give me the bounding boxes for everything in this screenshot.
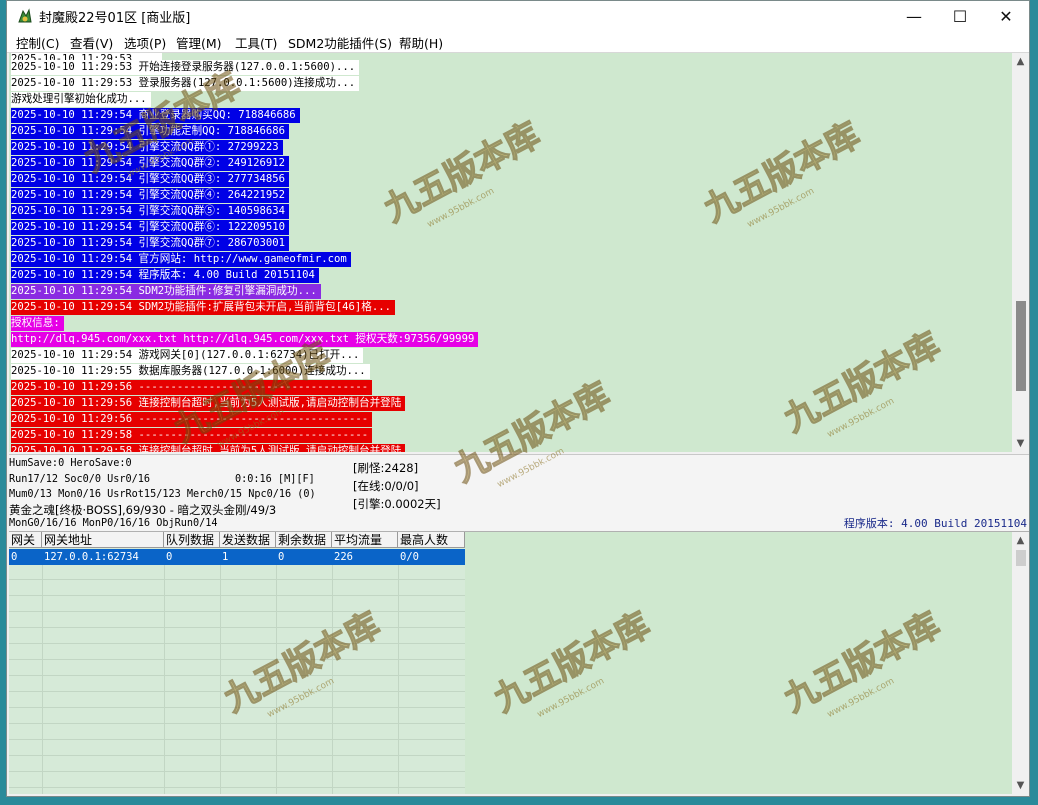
log-line: 2025-10-10 11:29:58 连接控制台超时,当前为5人测试版,请启动…: [11, 444, 406, 452]
log-scroll-thumb[interactable]: [1016, 301, 1026, 391]
log-line: 2025-10-10 11:29:54 引擎交流QQ群⑦: 286703001: [11, 236, 290, 251]
menu-manage[interactable]: 管理(M): [176, 33, 222, 52]
status-panel: HumSave:0 HeroSave:0 Run17/12 Soc0/0 Usr…: [9, 454, 1029, 532]
app-icon: [18, 8, 32, 23]
gateway-table[interactable]: 网关 网关地址 队列数据 发送数据 剩余数据 平均流量 最高人数 0 127.0…: [9, 532, 465, 794]
cell-sent-data: 1: [222, 551, 229, 563]
log-line: 2025-10-10 11:29:54 引擎交流QQ群④: 264221952: [11, 188, 290, 203]
maximize-button[interactable]: ☐: [937, 1, 983, 31]
close-button[interactable]: ✕: [983, 1, 1029, 31]
log-line: 2025-10-10 11:29:54 引擎交流QQ群①: 27299223: [11, 140, 283, 155]
cell-avg-traffic: 226: [334, 551, 353, 563]
log-line: 2025-10-10 11:29:55 数据库服务器(127.0.0.1:600…: [11, 364, 370, 379]
log-line: 2025-10-10 11:29:54 引擎交流QQ群⑥: 122209510: [11, 220, 290, 235]
log-line: 2025-10-10 11:29:56 --------------------…: [11, 380, 373, 395]
menu-sdm2-plugin[interactable]: SDM2功能插件(S): [288, 33, 392, 52]
log-line: 2025-10-10 11:29:58 --------------------…: [11, 428, 373, 443]
log-line: http://dlq.945.com/xxx.txt http://dlq.94…: [11, 332, 479, 347]
table-scroll-down-icon[interactable]: ▼: [1012, 777, 1029, 794]
menu-tools[interactable]: 工具(T): [235, 33, 277, 52]
title-bar: 封魔殿22号01区 [商业版] — ☐ ✕: [7, 1, 1029, 31]
status-mon-objects: MonG0/16/16 MonP0/16/16 ObjRun0/14: [9, 518, 218, 529]
gateway-panel: 网关 网关地址 队列数据 发送数据 剩余数据 平均流量 最高人数 0 127.0…: [9, 532, 1012, 794]
scroll-down-icon[interactable]: ▼: [1012, 435, 1029, 452]
status-online: [在线:0/0/0]: [353, 479, 419, 493]
status-engine-days: [引擎:0.0002天]: [353, 497, 441, 511]
status-monsters: Mum0/13 Mon0/16 UsrRot15/123 Merch0/15 N…: [9, 489, 316, 500]
log-line: 2025-10-10 11:29:54 游戏网关[0](127.0.0.1:62…: [11, 348, 364, 363]
col-gateway[interactable]: 网关: [9, 532, 42, 548]
status-run: Run17/12 Soc0/0 Usr0/16: [9, 474, 151, 485]
col-remaining-data[interactable]: 剩余数据: [276, 532, 332, 548]
version-label: 程序版本: 4.00 Build 20151104: [843, 517, 1027, 530]
status-boss: 黄金之魂[终极·BOSS],69/930 - 暗之双头金刚/49/3: [9, 503, 277, 517]
log-line: 2025-10-10 11:29:53 开始连接登录服务器(127.0.0.1:…: [11, 60, 360, 75]
scroll-up-icon[interactable]: ▲: [1012, 53, 1029, 70]
log-line: 2025-10-10 11:29:56 连接控制台超时,当前为5人测试版,请启动…: [11, 396, 406, 411]
status-save: HumSave:0 HeroSave:0: [9, 458, 132, 469]
col-avg-traffic[interactable]: 平均流量: [332, 532, 398, 548]
col-gateway-address[interactable]: 网关地址: [42, 532, 164, 548]
col-queue-data[interactable]: 队列数据: [164, 532, 220, 548]
log-line: 2025-10-10 11:29:54 引擎交流QQ群②: 249126912: [11, 156, 290, 171]
window-title: 封魔殿22号01区 [商业版]: [39, 11, 191, 26]
maximize-icon: ☐: [952, 6, 968, 26]
log-line: 2025-10-10 11:29:54 SDM2功能插件:修复引擎漏洞成功...: [11, 284, 321, 299]
log-line: 2025-10-10 11:29:53 登录服务器(127.0.0.1:5600…: [11, 76, 360, 91]
col-max-players[interactable]: 最高人数: [398, 532, 465, 548]
log-line: 2025-10-10 11:29:54 官方网站: http://www.gam…: [11, 252, 351, 267]
menu-bar: 控制(C) 查看(V) 选项(P) 管理(M) 工具(T) SDM2功能插件(S…: [7, 31, 1029, 53]
log-line: 2025-10-10 11:29:56 --------------------…: [11, 412, 373, 427]
cell-queue-data: 0: [166, 551, 173, 563]
table-scroll-thumb[interactable]: [1016, 550, 1026, 566]
cell-gateway: 0: [11, 551, 18, 563]
log-line: 2025-10-10 11:29:54 引擎交流QQ群⑤: 140598634: [11, 204, 290, 219]
cell-max-players: 0/0: [400, 551, 419, 563]
menu-options[interactable]: 选项(P): [124, 33, 166, 52]
log-line: 授权信息:: [11, 316, 64, 331]
status-refresh-count: [刷怪:2428]: [353, 461, 419, 475]
status-time: 0:0:16 [M][F]: [235, 474, 315, 485]
log-line: 2025-10-10 11:29:54 程序版本: 4.00 Build 201…: [11, 268, 319, 283]
col-sent-data[interactable]: 发送数据: [220, 532, 276, 548]
log-line: 2025-10-10 11:29:54 引擎交流QQ群③: 277734856: [11, 172, 290, 187]
log-scrollbar[interactable]: ▲ ▼: [1012, 53, 1029, 452]
menu-help[interactable]: 帮助(H): [399, 33, 443, 52]
cell-gateway-address: 127.0.0.1:62734: [44, 551, 139, 563]
log-line: 2025-10-10 11:29:54 SDM2功能插件:扩展背包未开启,当前背…: [11, 300, 395, 315]
cell-remaining-data: 0: [278, 551, 285, 563]
log-panel[interactable]: 2025-10-10 11:29:53 ... 2025-10-10 11:29…: [9, 53, 1012, 452]
close-icon: ✕: [999, 6, 1013, 26]
minimize-icon: —: [906, 6, 922, 26]
menu-view[interactable]: 查看(V): [70, 33, 113, 52]
menu-control[interactable]: 控制(C): [16, 33, 59, 52]
log-line: 游戏处理引擎初始化成功...: [11, 92, 151, 107]
log-line: 2025-10-10 11:29:54 商业登录器购买QQ: 718846686: [11, 108, 300, 123]
minimize-button[interactable]: —: [891, 1, 937, 31]
main-window: 封魔殿22号01区 [商业版] — ☐ ✕ 控制(C) 查看(V) 选项(P) …: [6, 0, 1030, 797]
table-scroll-up-icon[interactable]: ▲: [1012, 532, 1029, 549]
table-scrollbar[interactable]: ▲ ▼: [1012, 532, 1029, 794]
log-line: 2025-10-10 11:29:54 引擎功能定制QQ: 718846686: [11, 124, 290, 139]
